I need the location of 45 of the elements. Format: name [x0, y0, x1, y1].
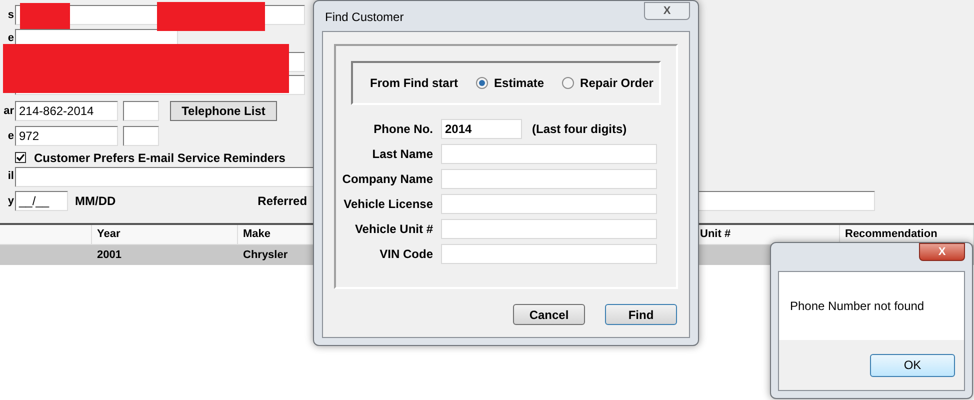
- field-label: ar: [4, 104, 14, 119]
- dialog-button[interactable]: Cancel: [513, 304, 585, 325]
- redaction-overlay: [20, 3, 70, 29]
- field-label: Company Name: [342, 171, 433, 188]
- extension-field[interactable]: [123, 101, 159, 121]
- phone-field[interactable]: 972: [15, 126, 118, 146]
- phone-field[interactable]: 214-862-2014: [15, 101, 118, 121]
- table-cell-text: 2001: [97, 248, 122, 263]
- start-label: From Find start: [370, 75, 458, 92]
- close-button[interactable]: X: [644, 2, 690, 20]
- radio-label: Repair Order: [580, 75, 654, 92]
- field-label: s: [8, 8, 14, 23]
- dialog-button[interactable]: Find: [605, 304, 677, 325]
- message-text: Phone Number not found: [790, 298, 924, 315]
- radio-button[interactable]: [562, 77, 574, 89]
- table-cell-text: Chrysler: [243, 248, 288, 263]
- telephone-list-button[interactable]: Telephone List: [170, 101, 277, 121]
- search-field[interactable]: [441, 244, 657, 264]
- field-label: Last Name: [372, 146, 433, 163]
- search-field[interactable]: 2014: [441, 119, 522, 139]
- field-label: Phone No.: [374, 121, 433, 138]
- search-field[interactable]: [441, 194, 657, 214]
- field-label: Vehicle Unit #: [354, 221, 433, 238]
- reminders-checkbox[interactable]: [15, 152, 26, 163]
- field-label: y: [8, 194, 14, 209]
- field-label: e: [8, 128, 14, 144]
- window-title: Find Customer: [324, 9, 404, 26]
- field-label: Vehicle License: [344, 196, 433, 213]
- field-label: VIN Code: [380, 246, 433, 263]
- field-label: il: [8, 169, 14, 184]
- radio-button[interactable]: [476, 77, 488, 89]
- ok-button[interactable]: OK: [870, 354, 955, 376]
- referred-label: Referred: [258, 193, 308, 210]
- field-label: e: [8, 31, 14, 46]
- date-format-label: MM/DD: [75, 193, 116, 210]
- date-field[interactable]: __/__: [15, 191, 68, 211]
- column-header[interactable]: Year: [92, 225, 238, 244]
- radio-label: Estimate: [494, 75, 544, 92]
- search-field[interactable]: [441, 219, 657, 239]
- check-icon: [16, 153, 25, 162]
- field-hint: (Last four digits): [532, 121, 627, 138]
- reminders-label: Customer Prefers E-mail Service Reminders: [34, 150, 286, 166]
- search-field[interactable]: [441, 144, 657, 164]
- search-field[interactable]: [441, 169, 657, 189]
- extension-field[interactable]: [123, 126, 159, 146]
